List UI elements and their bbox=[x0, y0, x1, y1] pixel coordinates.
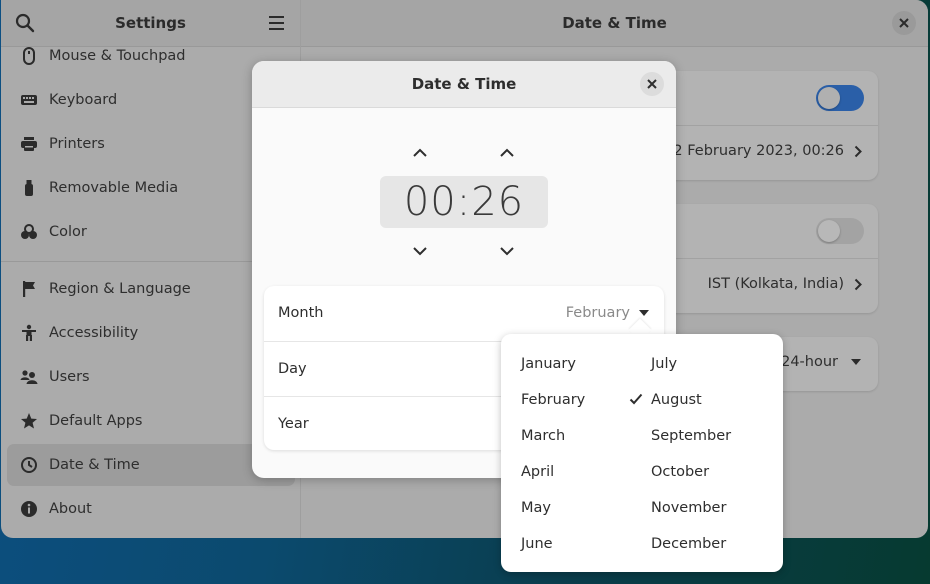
content-header: Date & Time bbox=[301, 0, 928, 47]
time-display: 00:26 bbox=[380, 176, 548, 228]
dialog-close-button[interactable] bbox=[640, 72, 664, 96]
dialog-title: Date & Time bbox=[411, 75, 517, 93]
dropdown-arrow-icon bbox=[639, 310, 649, 316]
hours-up-button[interactable] bbox=[408, 143, 432, 163]
month-option-april[interactable]: April bbox=[521, 454, 651, 490]
month-value: February bbox=[565, 305, 630, 321]
chevron-right-icon bbox=[854, 145, 862, 157]
month-option-june[interactable]: June bbox=[521, 526, 651, 562]
sidebar-title: Settings bbox=[115, 14, 186, 32]
window-close-button[interactable] bbox=[892, 11, 916, 35]
dropdown-arrow-icon bbox=[851, 359, 861, 365]
info-icon bbox=[20, 500, 38, 518]
chevron-right-icon bbox=[854, 278, 862, 290]
chevron-up-icon bbox=[500, 148, 514, 157]
month-option-august[interactable]: August bbox=[651, 382, 781, 418]
time-format-value: 24-hour bbox=[781, 354, 838, 370]
month-option-september[interactable]: September bbox=[651, 418, 781, 454]
minutes-down-button[interactable] bbox=[495, 241, 519, 261]
clock-icon bbox=[20, 456, 38, 474]
month-option-november[interactable]: November bbox=[651, 490, 781, 526]
mouse-icon bbox=[20, 47, 38, 65]
chevron-up-icon bbox=[413, 148, 427, 157]
usb-drive-icon bbox=[20, 179, 38, 197]
month-option-january[interactable]: January bbox=[521, 346, 651, 382]
chevron-down-icon bbox=[413, 247, 427, 256]
keyboard-icon bbox=[20, 91, 38, 109]
month-option-may[interactable]: May bbox=[521, 490, 651, 526]
year-label: Year bbox=[278, 416, 309, 432]
content-title: Date & Time bbox=[562, 14, 667, 32]
automatic-date-time-toggle[interactable] bbox=[816, 85, 864, 111]
month-option-december[interactable]: December bbox=[651, 526, 781, 562]
flag-icon bbox=[20, 280, 38, 298]
day-label: Day bbox=[278, 361, 307, 377]
sidebar-item-about[interactable]: About bbox=[7, 488, 295, 530]
hamburger-menu-icon[interactable] bbox=[267, 13, 287, 33]
time-zone-value: IST (Kolkata, India) bbox=[707, 276, 844, 292]
minutes-value[interactable]: 26 bbox=[471, 179, 524, 225]
color-icon bbox=[20, 223, 38, 241]
minutes-up-button[interactable] bbox=[495, 143, 519, 163]
time-separator: : bbox=[456, 179, 472, 225]
month-label: Month bbox=[278, 305, 324, 321]
chevron-down-icon bbox=[500, 247, 514, 256]
star-icon bbox=[20, 412, 38, 430]
close-icon bbox=[899, 18, 909, 28]
close-icon bbox=[647, 79, 657, 89]
hours-value[interactable]: 00 bbox=[404, 179, 457, 225]
month-option-february[interactable]: February bbox=[521, 382, 651, 418]
hours-down-button[interactable] bbox=[408, 241, 432, 261]
date-time-value: 12 February 2023, 00:26 bbox=[664, 143, 844, 159]
dialog-header: Date & Time bbox=[252, 61, 676, 108]
printer-icon bbox=[20, 135, 38, 153]
month-option-october[interactable]: October bbox=[651, 454, 781, 490]
automatic-time-zone-toggle[interactable] bbox=[816, 218, 864, 244]
month-row[interactable]: Month February bbox=[264, 286, 664, 341]
accessibility-icon bbox=[20, 324, 38, 342]
checkmark-icon bbox=[629, 393, 643, 405]
month-option-march[interactable]: March bbox=[521, 418, 651, 454]
users-icon bbox=[20, 368, 38, 386]
month-dropdown[interactable]: February bbox=[566, 305, 650, 321]
month-option-july[interactable]: July bbox=[651, 346, 781, 382]
month-popover: January February March April May June Ju… bbox=[501, 334, 783, 572]
